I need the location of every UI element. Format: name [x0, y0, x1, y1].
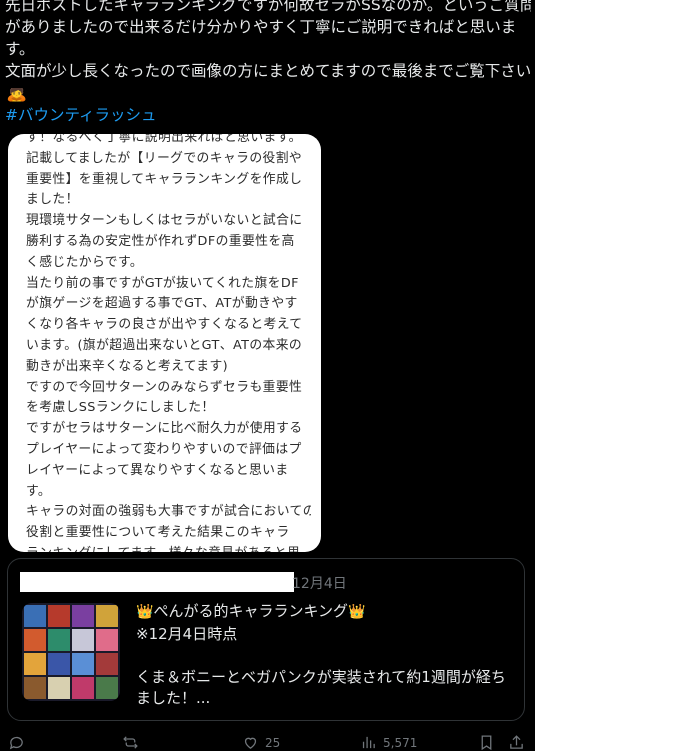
quoted-post-line: ました！...	[136, 689, 211, 707]
tweet-text-line: す。	[5, 40, 35, 58]
quoted-post-text: 👑ぺんがる的キャラランキング👑 ※12月4日時点 くま＆ボニーとベガパンクが実装…	[136, 601, 516, 710]
bookmark-button[interactable]	[478, 734, 495, 751]
tweet-text-line: がありましたので出来るだけ分かりやすく丁寧にご説明できればと思いま	[5, 18, 517, 36]
attached-image-text: す！なるべく丁寧に説明出来ればと思います。 記載してましたが【リーグでのキャラの…	[26, 134, 311, 552]
reply-button[interactable]	[8, 734, 31, 751]
quoted-post-line: ※12月4日時点	[136, 624, 238, 643]
share-button[interactable]	[508, 734, 525, 751]
image-text-line: 役割と重要性について考えた結果このキャラ	[26, 525, 290, 541]
quoted-post-line: くま＆ボニーとベガパンクが実装されて約1週間が経ち	[136, 667, 506, 686]
image-text-line: ですので今回サターンのみならずセラも重要性	[26, 379, 303, 395]
share-icon	[510, 735, 523, 749]
image-text-line: 記載してましたが【リーグでのキャラの役割や	[26, 150, 303, 166]
analytics-icon	[362, 736, 375, 749]
image-text-line: 現環境サターンもしくはセラがいないと試合に	[26, 213, 303, 229]
attached-image-card[interactable]: す！なるべく丁寧に説明出来ればと思います。 記載してましたが【リーグでのキャラの…	[8, 134, 321, 552]
image-text-line: ですがセラはサターンに比べ耐久力が使用する	[26, 421, 303, 437]
repost-button[interactable]	[122, 734, 145, 751]
crown-icon: 👑	[348, 604, 366, 620]
image-text-line: プレイヤーによって変わりやすいので評価はプ	[26, 441, 302, 457]
image-text-line: す！なるべく丁寧に説明出来ればと思います。	[26, 134, 302, 145]
crown-icon: 👑	[136, 604, 154, 620]
views-count: 5,571	[383, 735, 418, 750]
image-text-line: います。(旗が超過出来ないとGT、ATの本来の	[26, 337, 303, 353]
quoted-post-title-line: 👑ぺんがる的キャラランキング👑	[136, 601, 516, 624]
hashtag-link[interactable]: #バウンティラッシュ	[5, 104, 531, 126]
repost-icon	[123, 736, 138, 749]
image-text-line: す。	[26, 483, 52, 499]
image-text-line: ランキングにしてます。様々な意見があると思	[26, 544, 311, 552]
like-button[interactable]: 25	[242, 734, 280, 751]
image-text-line: 当たり前の事ですがGTが抜いてくれた旗をDF	[26, 275, 299, 291]
quoted-post-title: ぺんがる的キャラランキング	[153, 602, 348, 620]
tweet-post: 先日ポストしたキャラランキングですが何故セラがSSなのか。というご質問 がありま…	[0, 0, 535, 751]
bowing-person-icon: 🙇	[6, 88, 28, 103]
image-text-line: ました！	[26, 192, 79, 208]
image-text-line: を考慮しSSランクにしました！	[26, 400, 215, 416]
tweet-text-line: 文面が少し長くなったので画像の方にまとめてますので最後までご覧下さい	[5, 62, 531, 80]
image-text-line: くなり各キャラの良さが出やすくなると考えて	[26, 317, 303, 333]
bookmark-icon	[481, 735, 492, 751]
action-bar: 25 5,571	[0, 728, 535, 751]
tweet-text: 先日ポストしたキャラランキングですが何故セラがSSなのか。というご質問 がありま…	[5, 0, 531, 132]
quoted-post-date[interactable]: 12月4日	[292, 573, 347, 593]
heart-icon	[244, 737, 257, 749]
image-text-line: キャラの対面の強弱も大事ですが試合においての	[26, 504, 311, 520]
image-text-line: 動きが出来辛くなると考えてます)	[26, 358, 229, 374]
quoted-post[interactable]: 12月4日 👑ぺんがる的キャラランキング👑 ※12月4日時点 くま＆ボニーとベガ…	[7, 558, 525, 721]
image-text-line: く感じたからです。	[26, 254, 144, 270]
redacted-author	[20, 572, 294, 592]
reply-icon	[9, 736, 23, 750]
image-text-line: が旗ゲージを超過する事でGT、ATが動きやす	[26, 296, 298, 312]
quoted-post-thumbnail[interactable]	[22, 603, 120, 701]
image-text-line: 重要性】を重視してキャラランキングを作成し	[26, 171, 303, 187]
quoted-post-blank	[136, 645, 516, 667]
image-text-line: 勝利する為の安定性が作れずDFの重要性を高	[26, 233, 295, 249]
tweet-text-line: 先日ポストしたキャラランキングですが何故セラがSSなのか。というご質問	[5, 0, 531, 14]
image-text-line: レイヤーによって異なりやすくなると思いま	[26, 462, 289, 478]
views-button[interactable]: 5,571	[360, 734, 417, 751]
like-count: 25	[265, 735, 281, 750]
character-collage-image	[22, 603, 120, 701]
